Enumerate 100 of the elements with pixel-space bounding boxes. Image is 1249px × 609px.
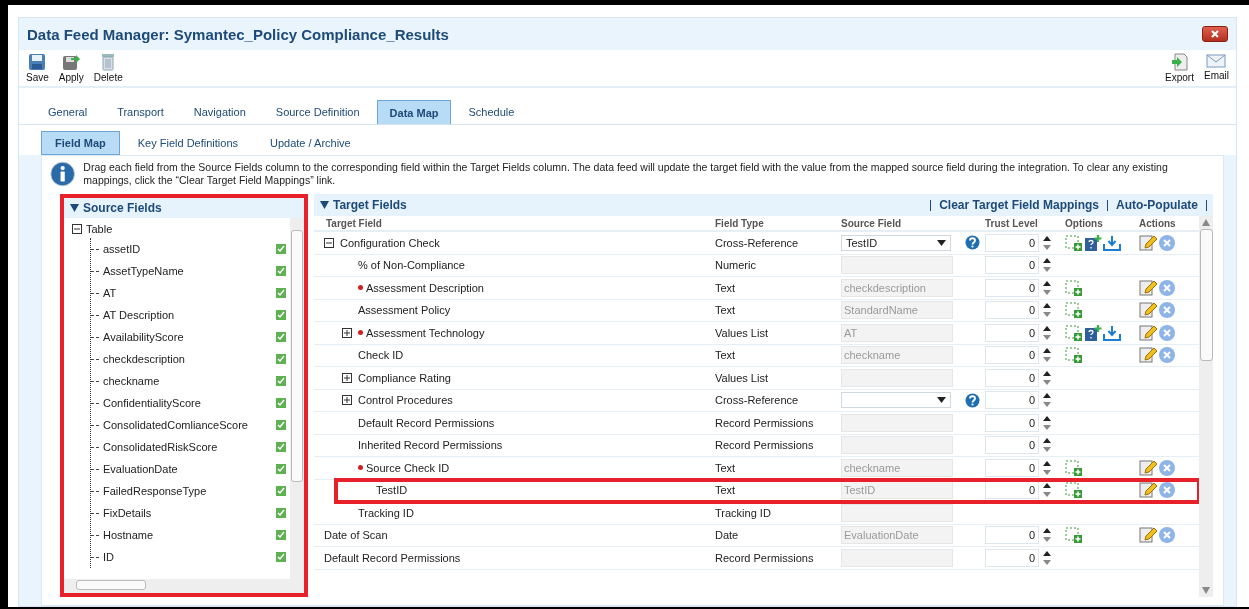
tree-item[interactable]: EvaluationDate [103,463,276,475]
collapse-triangle-icon[interactable] [320,201,329,209]
tree-item[interactable]: checkdescription [103,353,276,365]
add-mapping-icon[interactable] [1065,279,1083,296]
tree-item[interactable]: AssetTypeName [103,265,276,277]
spinner-icon[interactable] [1043,257,1051,274]
delete-icon[interactable] [1158,233,1176,252]
spinner-icon[interactable] [1043,392,1051,409]
trust-level-field[interactable]: 0 [985,436,1039,455]
tree-item[interactable]: checkname [103,375,276,387]
delete-icon[interactable] [1158,526,1176,545]
delete-icon[interactable] [1158,481,1176,500]
checkbox[interactable] [276,420,286,430]
checkbox[interactable] [276,354,286,364]
trust-level-field[interactable]: 0 [985,278,1039,297]
spinner-icon[interactable] [1043,437,1051,454]
tree-item[interactable]: assetID [103,243,276,255]
help-icon[interactable] [964,392,980,408]
delete-icon[interactable] [1158,458,1176,477]
tab[interactable]: Update / Archive [256,131,365,155]
tree-item[interactable]: Hostname [103,529,276,541]
spinner-icon[interactable] [1043,369,1051,386]
trust-level-field[interactable]: 0 [985,323,1039,342]
trust-level-field[interactable]: 0 [985,256,1039,275]
spinner-icon[interactable] [1043,414,1051,431]
tab[interactable]: Data Map [376,100,452,124]
collapse-icon[interactable] [324,237,334,248]
download-icon[interactable] [1103,324,1121,341]
email-button[interactable]: Email [1201,53,1232,83]
spinner-icon[interactable] [1043,302,1051,319]
tree-item[interactable]: ConfidentialityScore [103,397,276,409]
download-icon[interactable] [1103,234,1121,251]
scrollbar[interactable] [1199,216,1213,597]
checkbox[interactable] [276,530,286,540]
close-button[interactable] [1202,26,1228,42]
trust-level-field[interactable]: 0 [985,481,1039,500]
help-icon[interactable] [964,235,980,251]
edit-icon[interactable] [1139,301,1157,320]
checkbox[interactable] [276,508,286,518]
tab[interactable]: Source Definition [262,100,373,124]
question-plus-icon[interactable] [1084,324,1102,341]
scrollbar[interactable] [290,218,304,579]
source-field[interactable] [841,368,953,387]
add-mapping-icon[interactable] [1065,459,1083,476]
checkbox[interactable] [276,332,286,342]
checkbox[interactable] [276,288,286,298]
delete-icon[interactable] [1158,278,1176,297]
spinner-icon[interactable] [1043,459,1051,476]
edit-icon[interactable] [1139,346,1157,365]
trust-level-field[interactable]: 0 [985,368,1039,387]
add-mapping-icon[interactable] [1065,527,1083,544]
tab[interactable]: Key Field Definitions [123,131,252,155]
checkbox[interactable] [276,376,286,386]
add-mapping-icon[interactable] [1065,482,1083,499]
source-dropdown[interactable]: TestID [841,234,951,251]
link[interactable]: Auto-Populate [1116,198,1198,212]
delete-icon[interactable] [1158,323,1176,342]
checkbox[interactable] [276,310,286,320]
checkbox[interactable] [276,486,286,496]
expand-icon[interactable] [342,395,352,406]
checkbox[interactable] [276,464,286,474]
apply-button[interactable]: Apply [55,53,87,83]
tab[interactable]: General [35,100,101,124]
tab[interactable]: Schedule [455,100,528,124]
collapse-triangle-icon[interactable] [70,204,79,212]
add-mapping-icon[interactable] [1065,234,1083,251]
checkbox[interactable] [276,552,286,562]
edit-icon[interactable] [1139,278,1157,297]
tree-item[interactable]: AT [103,287,276,299]
tree-item[interactable]: FailedResponseType [103,485,276,497]
tree-item[interactable]: AvailabilityScore [103,331,276,343]
tab[interactable]: Field Map [41,131,120,155]
trust-level-field[interactable]: 0 [985,391,1039,410]
tree-item[interactable]: Table [86,223,113,235]
expand-icon[interactable] [342,372,352,383]
edit-icon[interactable] [1139,323,1157,342]
add-mapping-icon[interactable] [1065,347,1083,364]
tree-item[interactable]: ID [103,551,276,563]
spinner-icon[interactable] [1043,279,1051,296]
tree-item[interactable]: ConsolidatedRiskScore [103,441,276,453]
link[interactable]: Clear Target Field Mappings [939,198,1099,212]
spinner-icon[interactable] [1043,527,1051,544]
checkbox[interactable] [276,442,286,452]
add-mapping-icon[interactable] [1065,324,1083,341]
spinner-icon[interactable] [1043,549,1051,566]
question-plus-icon[interactable] [1084,234,1102,251]
delete-button[interactable]: Delete [90,53,126,83]
trust-level-field[interactable]: 0 [985,413,1039,432]
trust-level-field[interactable]: 0 [985,346,1039,365]
edit-icon[interactable] [1139,458,1157,477]
scrollbar[interactable] [64,579,304,593]
trust-level-field[interactable]: 0 [985,233,1039,252]
scroll-up-icon[interactable] [1202,219,1210,226]
delete-icon[interactable] [1158,301,1176,320]
trust-level-field[interactable]: 0 [985,526,1039,545]
trust-level-field[interactable]: 0 [985,458,1039,477]
source-field[interactable] [841,436,953,455]
trust-level-field[interactable]: 0 [985,548,1039,567]
source-field[interactable] [841,413,953,432]
spinner-icon[interactable] [1043,347,1051,364]
